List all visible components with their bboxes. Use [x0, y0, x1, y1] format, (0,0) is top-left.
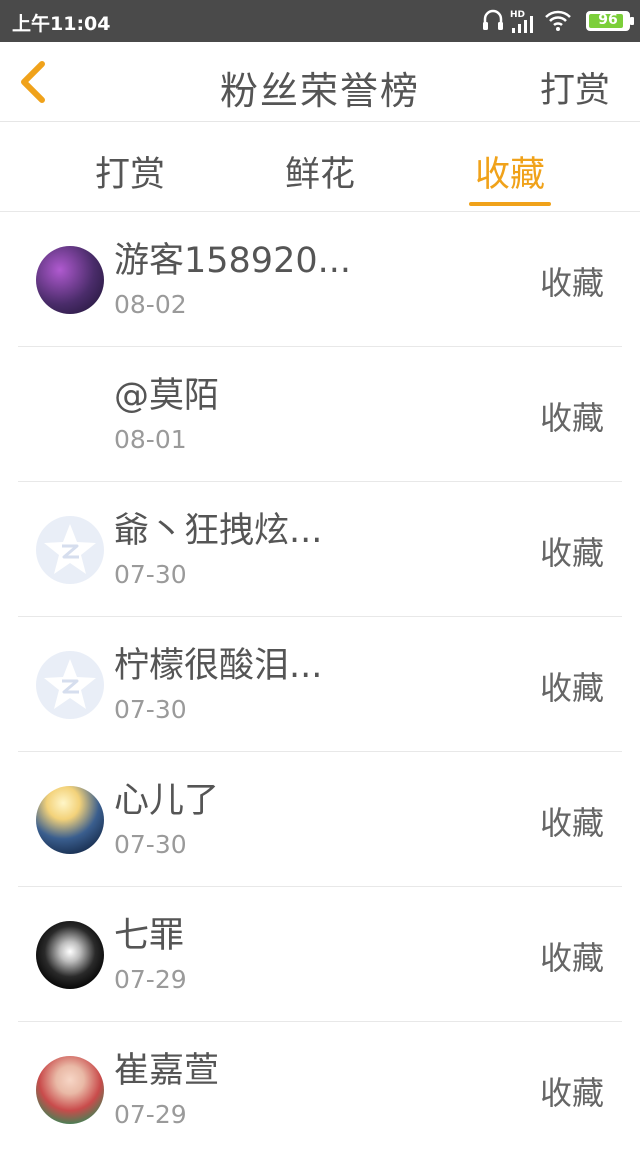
- user-name: 游客158920...: [114, 241, 351, 281]
- battery-icon: 96: [586, 11, 634, 31]
- avatar: [36, 786, 104, 854]
- reward-button[interactable]: 打赏: [540, 62, 610, 113]
- default-avatar-star-icon: [44, 659, 96, 709]
- favorite-label: 收藏: [539, 669, 604, 707]
- list-item[interactable]: 七罪 07-29 收藏: [0, 887, 640, 1022]
- user-name: @莫陌: [114, 376, 220, 416]
- user-name: 七罪: [114, 916, 185, 956]
- tab-flowers[interactable]: 鲜花: [260, 146, 380, 197]
- item-date: 07-29: [114, 1100, 187, 1129]
- favorite-label: 收藏: [539, 264, 604, 302]
- user-name: 崔嘉萱: [114, 1051, 220, 1091]
- item-date: 07-30: [114, 695, 187, 724]
- favorite-label: 收藏: [539, 1074, 604, 1112]
- favorite-label: 收藏: [539, 399, 604, 437]
- list-item[interactable]: 爺丶狂拽炫... 07-30 收藏: [0, 482, 640, 617]
- item-date: 07-30: [114, 560, 187, 589]
- favorite-label: 收藏: [539, 804, 604, 842]
- item-date: 08-01: [114, 425, 187, 454]
- user-name: 心儿了: [114, 781, 220, 821]
- user-name: 柠檬很酸泪...: [114, 646, 323, 686]
- list-item[interactable]: 心儿了 07-30 收藏: [0, 752, 640, 887]
- avatar: [36, 651, 104, 719]
- tab-bar: 打赏 鲜花 收藏: [0, 122, 640, 212]
- avatar: [36, 1056, 104, 1124]
- tab-favorites[interactable]: 收藏: [450, 146, 570, 197]
- list-item[interactable]: 崔嘉萱 07-29 收藏: [0, 1022, 640, 1157]
- battery-level: 96: [598, 12, 618, 28]
- list-item[interactable]: 游客158920... 08-02 收藏: [0, 212, 640, 347]
- svg-text:HD: HD: [510, 10, 525, 20]
- avatar: [36, 921, 104, 989]
- avatar: [36, 381, 104, 449]
- status-time: 上午11:04: [12, 13, 111, 35]
- item-date: 08-02: [114, 290, 187, 319]
- item-date: 07-29: [114, 965, 187, 994]
- hd-signal-icon: HD: [510, 10, 533, 33]
- wifi-icon: [545, 10, 571, 31]
- list-item[interactable]: 柠檬很酸泪... 07-30 收藏: [0, 617, 640, 752]
- fan-list: 游客158920... 08-02 收藏 @莫陌 08-01 收藏 爺丶狂拽炫.…: [0, 212, 640, 1157]
- headphones-icon: [483, 9, 503, 30]
- avatar: [36, 246, 104, 314]
- tab-reward[interactable]: 打赏: [70, 146, 190, 197]
- favorite-label: 收藏: [539, 534, 604, 572]
- status-bar: 上午11:04 HD 96: [0, 0, 640, 42]
- avatar: [36, 516, 104, 584]
- user-name: 爺丶狂拽炫...: [114, 511, 323, 551]
- active-tab-indicator: [469, 202, 551, 206]
- default-avatar-star-icon: [44, 524, 96, 574]
- nav-header: 粉丝荣誉榜 打赏: [0, 42, 640, 122]
- item-date: 07-30: [114, 830, 187, 859]
- favorite-label: 收藏: [539, 939, 604, 977]
- list-item[interactable]: @莫陌 08-01 收藏: [0, 347, 640, 482]
